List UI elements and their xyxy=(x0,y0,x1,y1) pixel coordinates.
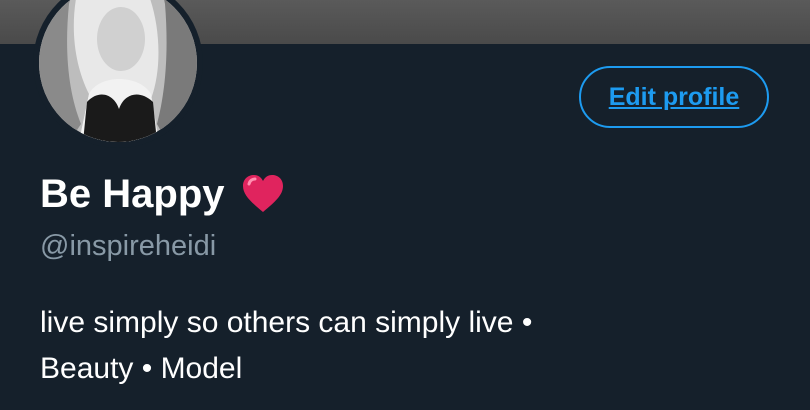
avatar[interactable] xyxy=(33,0,203,148)
bio-line: live simply so others can simply live • xyxy=(40,306,533,339)
red-heart-icon xyxy=(239,170,287,218)
avatar-image xyxy=(39,0,197,142)
profile-meta-row-partial xyxy=(40,402,80,410)
profile-name-row: Be Happy xyxy=(40,170,287,218)
profile-handle: @inspireheidi xyxy=(40,230,217,262)
edit-profile-button[interactable]: Edit profile xyxy=(579,66,769,128)
profile-bio: live simply so others can simply live • … xyxy=(40,300,760,392)
bio-line: Beauty • Model xyxy=(40,352,243,385)
display-name: Be Happy xyxy=(40,171,225,216)
avatar-photo xyxy=(39,0,197,142)
